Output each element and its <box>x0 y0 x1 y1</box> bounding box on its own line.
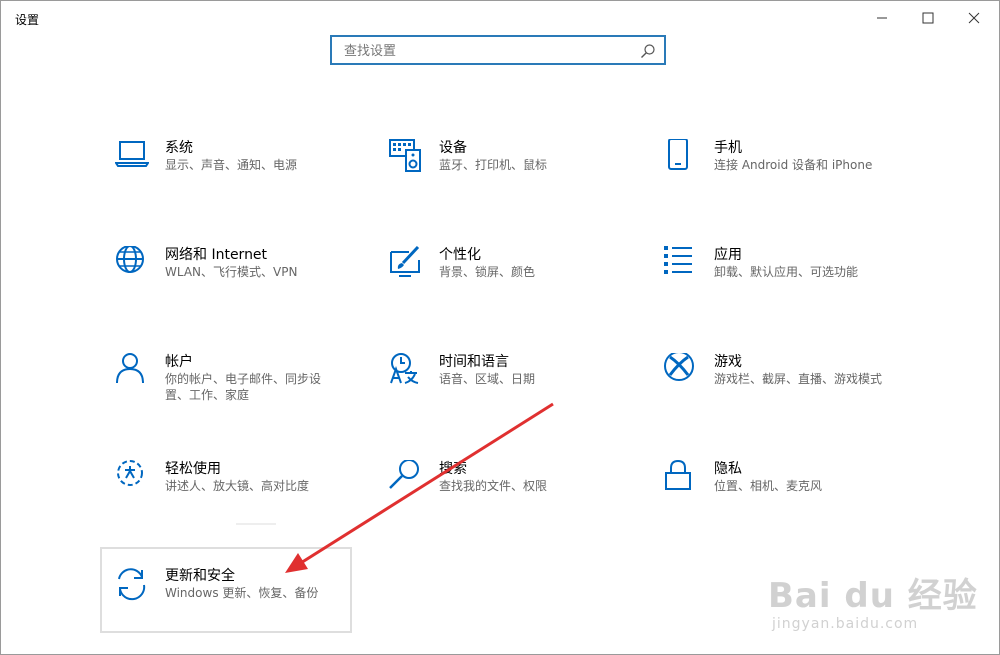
tile-title: 游戏 <box>714 354 742 370</box>
tile-title: 设备 <box>439 140 467 156</box>
tile-subtitle: 你的帐户、电子邮件、同步设 置、工作、家庭 <box>165 371 321 403</box>
tile-search[interactable]: 搜索 查找我的文件、权限 <box>389 460 639 520</box>
tile-subtitle: 显示、声音、通知、电源 <box>165 158 298 172</box>
sync-icon <box>118 568 146 601</box>
tile-subtitle: 位置、相机、麦克风 <box>714 479 823 493</box>
tile-title: 系统 <box>165 140 193 156</box>
xbox-icon <box>664 353 694 381</box>
search-icon <box>641 44 655 58</box>
app-list-icon <box>664 246 692 274</box>
tile-title: 搜索 <box>439 461 467 477</box>
phone-icon <box>668 139 688 170</box>
tile-title: 帐户 <box>165 354 193 370</box>
tile-phone[interactable]: 手机 连接 Android 设备和 iPhone <box>664 139 914 199</box>
tile-subtitle: 背景、锁屏、颜色 <box>439 265 536 279</box>
tile-title: 应用 <box>714 247 742 263</box>
tile-title: 更新和安全 <box>165 568 235 584</box>
divider <box>236 523 276 525</box>
tile-title: 网络和 Internet <box>165 247 268 263</box>
tile-title: 时间和语言 <box>439 354 509 370</box>
search-input[interactable] <box>342 41 636 61</box>
maximize-icon <box>922 12 934 24</box>
person-icon <box>116 353 144 384</box>
paint-brush-icon <box>390 246 420 277</box>
close-button[interactable] <box>951 1 997 35</box>
globe-icon <box>116 246 144 273</box>
minimize-icon <box>877 17 887 19</box>
tile-subtitle: 讲述人、放大镜、高对比度 <box>165 479 310 493</box>
magnifier-icon <box>389 460 419 489</box>
tile-accounts[interactable]: 帐户 你的帐户、电子邮件、同步设 置、工作、家庭 <box>115 353 365 413</box>
tile-personalization[interactable]: 个性化 背景、锁屏、颜色 <box>389 246 639 306</box>
tile-subtitle: 游戏栏、截屏、直播、游戏模式 <box>714 372 883 386</box>
watermark: Bai du 经验 jingyan.baidu.com <box>760 540 990 640</box>
tile-privacy[interactable]: 隐私 位置、相机、麦克风 <box>664 460 914 520</box>
tile-title: 手机 <box>714 140 742 156</box>
ease-of-access-icon <box>117 460 143 486</box>
window-title: 设置 <box>15 13 40 27</box>
close-icon <box>968 12 980 24</box>
tile-subtitle: 语音、区域、日期 <box>439 372 536 386</box>
tile-subtitle: 连接 Android 设备和 iPhone <box>714 158 873 172</box>
watermark-url: jingyan.baidu.com <box>772 616 919 632</box>
search-box[interactable] <box>330 35 666 65</box>
tile-gaming[interactable]: 游戏 游戏栏、截屏、直播、游戏模式 <box>664 353 914 413</box>
minimize-button[interactable] <box>859 1 905 35</box>
tile-ease-of-access[interactable]: 轻松使用 讲述人、放大镜、高对比度 <box>115 460 365 520</box>
lock-icon <box>665 460 691 490</box>
tile-system[interactable]: 系统 显示、声音、通知、电源 <box>115 139 365 199</box>
tile-subtitle: 查找我的文件、权限 <box>439 479 548 493</box>
tile-title: 个性化 <box>439 247 481 263</box>
maximize-button[interactable] <box>905 1 951 35</box>
tile-time-language[interactable]: 时间和语言 语音、区域、日期 <box>389 353 639 413</box>
title-bar: 设置 <box>1 1 999 35</box>
watermark-text: Bai du 经验 <box>768 576 978 616</box>
tile-update-security[interactable]: 更新和安全 Windows 更新、恢复、备份 <box>115 567 365 627</box>
tile-title: 隐私 <box>714 461 742 477</box>
tile-subtitle: WLAN、飞行模式、VPN <box>165 265 298 279</box>
keyboard-speaker-icon <box>389 139 421 172</box>
tile-subtitle: Windows 更新、恢复、备份 <box>165 586 319 600</box>
laptop-icon <box>115 141 149 167</box>
tile-devices[interactable]: 设备 蓝牙、打印机、鼠标 <box>389 139 639 199</box>
tile-subtitle-line-2: 置、工作、家庭 <box>165 388 250 402</box>
tile-subtitle: 卸载、默认应用、可选功能 <box>714 265 859 279</box>
tile-apps[interactable]: 应用 卸载、默认应用、可选功能 <box>664 246 914 306</box>
tile-network[interactable]: 网络和 Internet WLAN、飞行模式、VPN <box>115 246 365 306</box>
tile-title: 轻松使用 <box>165 461 221 477</box>
tile-subtitle-line-1: 你的帐户、电子邮件、同步设 <box>165 372 322 386</box>
clock-language-icon <box>390 353 419 384</box>
tile-subtitle: 蓝牙、打印机、鼠标 <box>439 158 548 172</box>
